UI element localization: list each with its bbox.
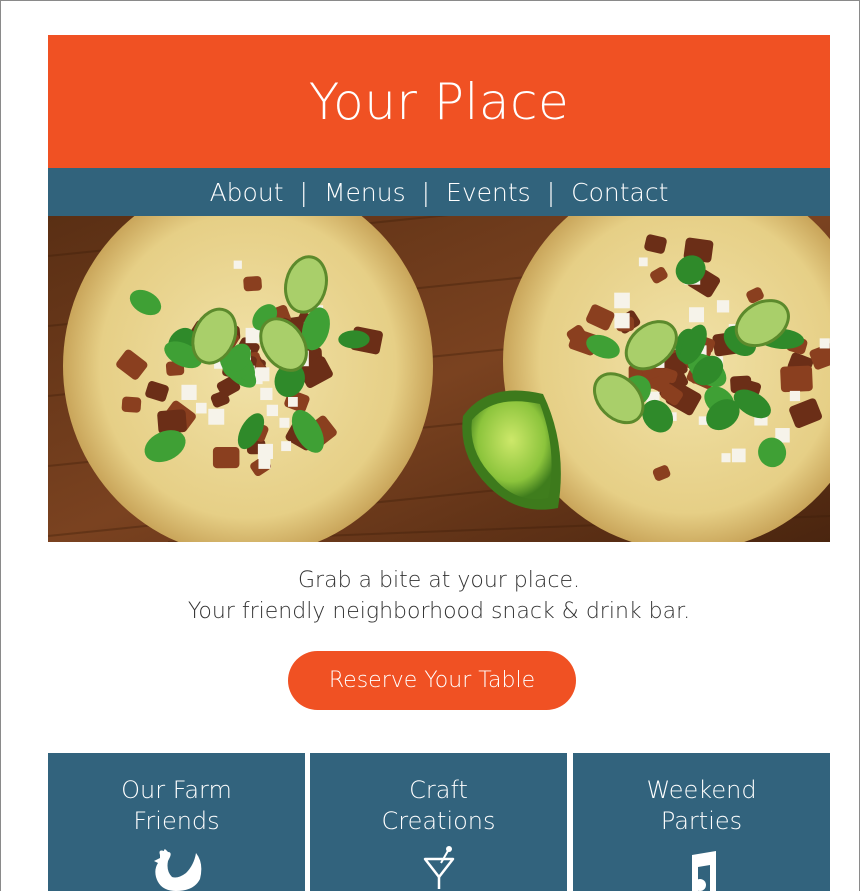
tile-title: Weekend Parties bbox=[646, 776, 757, 835]
onion-piece bbox=[255, 367, 270, 382]
onion-piece bbox=[208, 408, 225, 425]
tagline-line-1: Grab a bite at your place. bbox=[298, 568, 580, 593]
onion-piece bbox=[257, 443, 273, 459]
tile-weekend-parties[interactable]: Weekend Parties bbox=[573, 753, 830, 891]
onion-piece bbox=[614, 313, 630, 329]
onion-piece bbox=[260, 387, 273, 401]
brand-header: Your Place bbox=[48, 35, 830, 168]
chicken-icon bbox=[153, 849, 201, 891]
nav-separator: | bbox=[421, 177, 431, 207]
music-note-icon bbox=[691, 851, 716, 891]
steak-piece bbox=[780, 365, 813, 393]
tile-farm-friends[interactable]: Our Farm Friends bbox=[48, 753, 305, 891]
reserve-table-button[interactable]: Reserve Your Table bbox=[288, 651, 576, 710]
brand-title: Your Place bbox=[308, 72, 570, 131]
tagline-line-2: Your friendly neighborhood snack & drink… bbox=[187, 599, 691, 624]
tile-title: Craft Creations bbox=[381, 776, 496, 835]
tagline: Grab a bite at your place. Your friendly… bbox=[48, 565, 830, 627]
onion-piece bbox=[731, 448, 746, 463]
steak-piece bbox=[121, 396, 142, 413]
onion-piece bbox=[716, 300, 730, 313]
nav-separator: | bbox=[546, 177, 556, 207]
onion-piece bbox=[638, 257, 648, 267]
nav-link-contact[interactable]: Contact bbox=[571, 178, 668, 207]
onion-piece bbox=[721, 453, 731, 463]
steak-piece bbox=[243, 276, 262, 292]
main-nav: About | Menus | Events | Contact bbox=[48, 168, 830, 216]
nav-link-events[interactable]: Events bbox=[446, 178, 531, 207]
onion-piece bbox=[233, 260, 242, 269]
steak-piece bbox=[212, 446, 240, 469]
tile-title: Our Farm Friends bbox=[121, 776, 232, 835]
onion-piece bbox=[288, 396, 298, 407]
onion-piece bbox=[195, 402, 207, 414]
onion-piece bbox=[819, 338, 830, 349]
onion-piece bbox=[266, 404, 279, 417]
tile-craft-creations[interactable]: Craft Creations bbox=[310, 753, 567, 891]
onion-piece bbox=[614, 292, 630, 309]
cocktail-icon bbox=[423, 846, 454, 889]
nav-link-menus[interactable]: Menus bbox=[324, 178, 406, 207]
nav-separator: | bbox=[299, 177, 308, 207]
onion-piece bbox=[789, 390, 801, 402]
onion-piece bbox=[181, 384, 197, 400]
onion-piece bbox=[279, 417, 290, 428]
feature-tiles: Our Farm Friends Craft Creations Weekend… bbox=[48, 753, 830, 891]
onion-piece bbox=[698, 416, 708, 425]
onion-piece bbox=[689, 307, 705, 323]
hero-tacos-image bbox=[48, 216, 830, 542]
nav-link-about[interactable]: About bbox=[210, 178, 284, 207]
onion-piece bbox=[281, 441, 292, 452]
